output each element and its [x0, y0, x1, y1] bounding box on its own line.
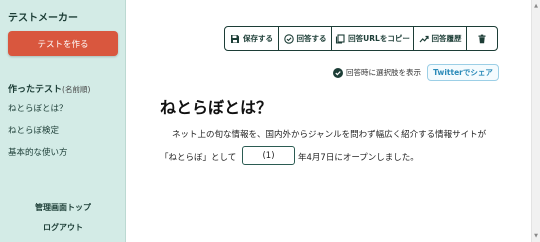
floppy-disk-icon	[231, 34, 239, 43]
copy-answer-url-label: 回答URLをコピー	[348, 34, 410, 43]
blank-answer-field[interactable]: (1)	[242, 146, 295, 165]
checkbox-checked-icon[interactable]	[333, 67, 343, 78]
admin-top-link[interactable]: 管理画面トップ	[0, 202, 126, 213]
answer-button[interactable]: 回答する	[279, 27, 332, 50]
delete-button[interactable]	[467, 27, 497, 50]
logout-link[interactable]: ログアウト	[0, 222, 126, 233]
check-circle-icon	[283, 33, 294, 44]
question-text-line2-end: 年4月7日にオープンしました。	[298, 153, 419, 163]
app-title[interactable]: テストメーカー	[8, 9, 78, 24]
vertical-scrollbar[interactable]: ▲ ▼	[531, 0, 540, 242]
show-choices-label: 回答時に選択肢を表示	[346, 68, 421, 77]
answer-history-button[interactable]: 回答履歴	[414, 27, 467, 50]
sidebar-item-netorabo-exam[interactable]: ねとらぼ検定	[8, 124, 59, 136]
trash-icon	[478, 34, 486, 43]
my-tests-title: 作ったテスト	[8, 85, 63, 95]
create-test-button[interactable]: テストを作る	[8, 31, 118, 56]
sidebar: テストメーカー テストを作る 作ったテスト(名前順) ねとらぼとは？ ねとらぼ検…	[0, 0, 126, 242]
my-tests-sort-label: (名前順)	[62, 85, 91, 94]
question-text-line2-start: 「ねとらぼ」として	[160, 153, 237, 163]
my-tests-heading: 作ったテスト(名前順)	[8, 82, 90, 95]
twitter-share-button[interactable]: Twitterでシェア	[427, 64, 499, 81]
page-title: ねとらぼとは？	[160, 98, 273, 117]
editor-toolbar: 保存する 回答する 回答URLをコピー 回答履歴	[224, 26, 498, 51]
question-text-line1: ネット上の旬な情報を、国内外からジャンルを問わず幅広く紹介する情報サイトが	[172, 130, 487, 140]
show-choices-option[interactable]: 回答時に選択肢を表示	[333, 67, 421, 78]
answer-label: 回答する	[296, 34, 327, 43]
copy-icon	[336, 33, 345, 44]
trend-chart-icon	[419, 35, 429, 42]
scroll-up-arrow-icon[interactable]: ▲	[534, 3, 538, 9]
sidebar-item-netorabo-what[interactable]: ねとらぼとは？	[8, 102, 68, 114]
save-button[interactable]: 保存する	[225, 27, 279, 50]
answer-history-label: 回答履歴	[431, 34, 462, 43]
save-label: 保存する	[243, 34, 273, 43]
scroll-down-arrow-icon[interactable]: ▼	[534, 233, 538, 239]
copy-answer-url-button[interactable]: 回答URLをコピー	[332, 27, 414, 50]
sidebar-item-basic-usage[interactable]: 基本的な使い方	[8, 146, 68, 158]
